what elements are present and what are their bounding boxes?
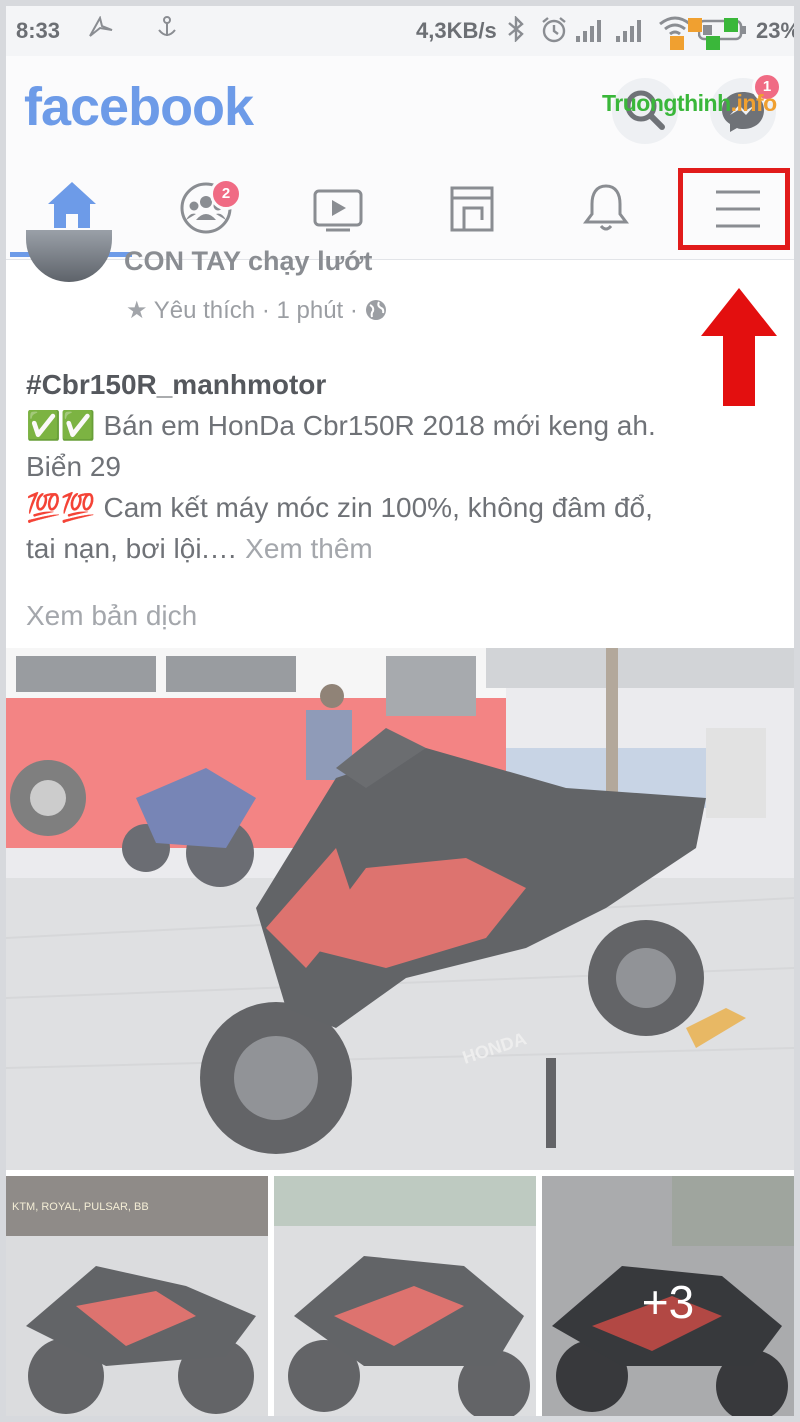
post-line: tai nạn, bơi lội.… xyxy=(26,533,238,564)
signal-icon xyxy=(616,20,646,42)
more-photos-count: +3 xyxy=(641,1276,695,1328)
motorcycle-thumbnail xyxy=(274,1176,536,1416)
post-main-photo[interactable]: HONDA xyxy=(6,648,794,1170)
post-meta-label: Yêu thích xyxy=(153,297,256,324)
watermark-mark xyxy=(688,18,702,32)
tab-groups[interactable]: 2 xyxy=(156,164,256,244)
motorcycle-thumbnail: KTM, ROYAL, PULSAR, BB xyxy=(6,1176,268,1416)
watermark-main: Truongthinh xyxy=(602,90,731,116)
post-text: #Cbr150R_manhmotor ✅✅ Bán em HonDa Cbr15… xyxy=(26,364,786,569)
tab-marketplace[interactable] xyxy=(422,164,522,244)
see-translation-link[interactable]: Xem bản dịch xyxy=(26,600,197,632)
tab-watch[interactable] xyxy=(288,164,388,244)
alarm-icon xyxy=(540,16,568,50)
author-avatar[interactable] xyxy=(26,230,112,282)
watermark-mark xyxy=(670,36,684,50)
tab-bar: 2 xyxy=(6,146,794,260)
star-icon: ★ xyxy=(126,297,148,324)
battery-percent: 23% xyxy=(756,18,800,43)
bird-icon xyxy=(88,15,114,46)
marketplace-icon xyxy=(450,186,494,232)
post-line-last: tai nạn, bơi lội.… Xem thêm xyxy=(26,528,786,569)
post-thumbnail[interactable] xyxy=(274,1176,536,1416)
post-meta: ★ Yêu thích · 1 phút · xyxy=(126,296,387,325)
post-author[interactable]: CON TAY chạy lướt xyxy=(124,246,372,277)
post-line: Biển 29 xyxy=(26,451,121,482)
anchor-icon xyxy=(156,16,178,46)
post-line: ✅✅ Bán em HonDa Cbr150R 2018 mới keng ah… xyxy=(26,410,656,441)
motorcycle-photo: HONDA xyxy=(6,648,794,1170)
status-time: 8:33 xyxy=(16,18,61,43)
post-hashtag[interactable]: #Cbr150R_manhmotor xyxy=(26,364,786,405)
bell-icon xyxy=(583,184,629,231)
watermark-logo: Truongthinh.info xyxy=(602,90,777,117)
video-icon xyxy=(313,189,363,232)
signal-icon xyxy=(576,20,606,42)
see-more-link[interactable]: Xem thêm xyxy=(245,533,373,564)
menu-highlight-box xyxy=(678,168,790,250)
post-thumbnail-more[interactable]: +3 xyxy=(542,1176,794,1416)
groups-badge: 2 xyxy=(210,178,242,210)
post-line: 💯💯 Cam kết máy móc zin 100%, không đâm đ… xyxy=(26,492,653,523)
watermark-mark xyxy=(724,18,738,32)
post-time[interactable]: 1 phút xyxy=(277,297,344,324)
watermark-mark xyxy=(706,36,720,50)
tab-notifications[interactable] xyxy=(556,164,656,244)
watermark-suffix: .info xyxy=(730,90,778,116)
facebook-logo: facebook xyxy=(24,77,254,137)
globe-icon xyxy=(365,300,386,320)
bluetooth-icon xyxy=(506,15,526,48)
network-speed: 4,3KB/s xyxy=(416,18,497,43)
post-thumbnail[interactable]: KTM, ROYAL, PULSAR, BB xyxy=(6,1176,268,1416)
phone-screen: 8:33 4,3KB/s 23% facebook 1 Truongthinh.… xyxy=(0,0,800,1422)
groups-icon xyxy=(180,182,232,234)
